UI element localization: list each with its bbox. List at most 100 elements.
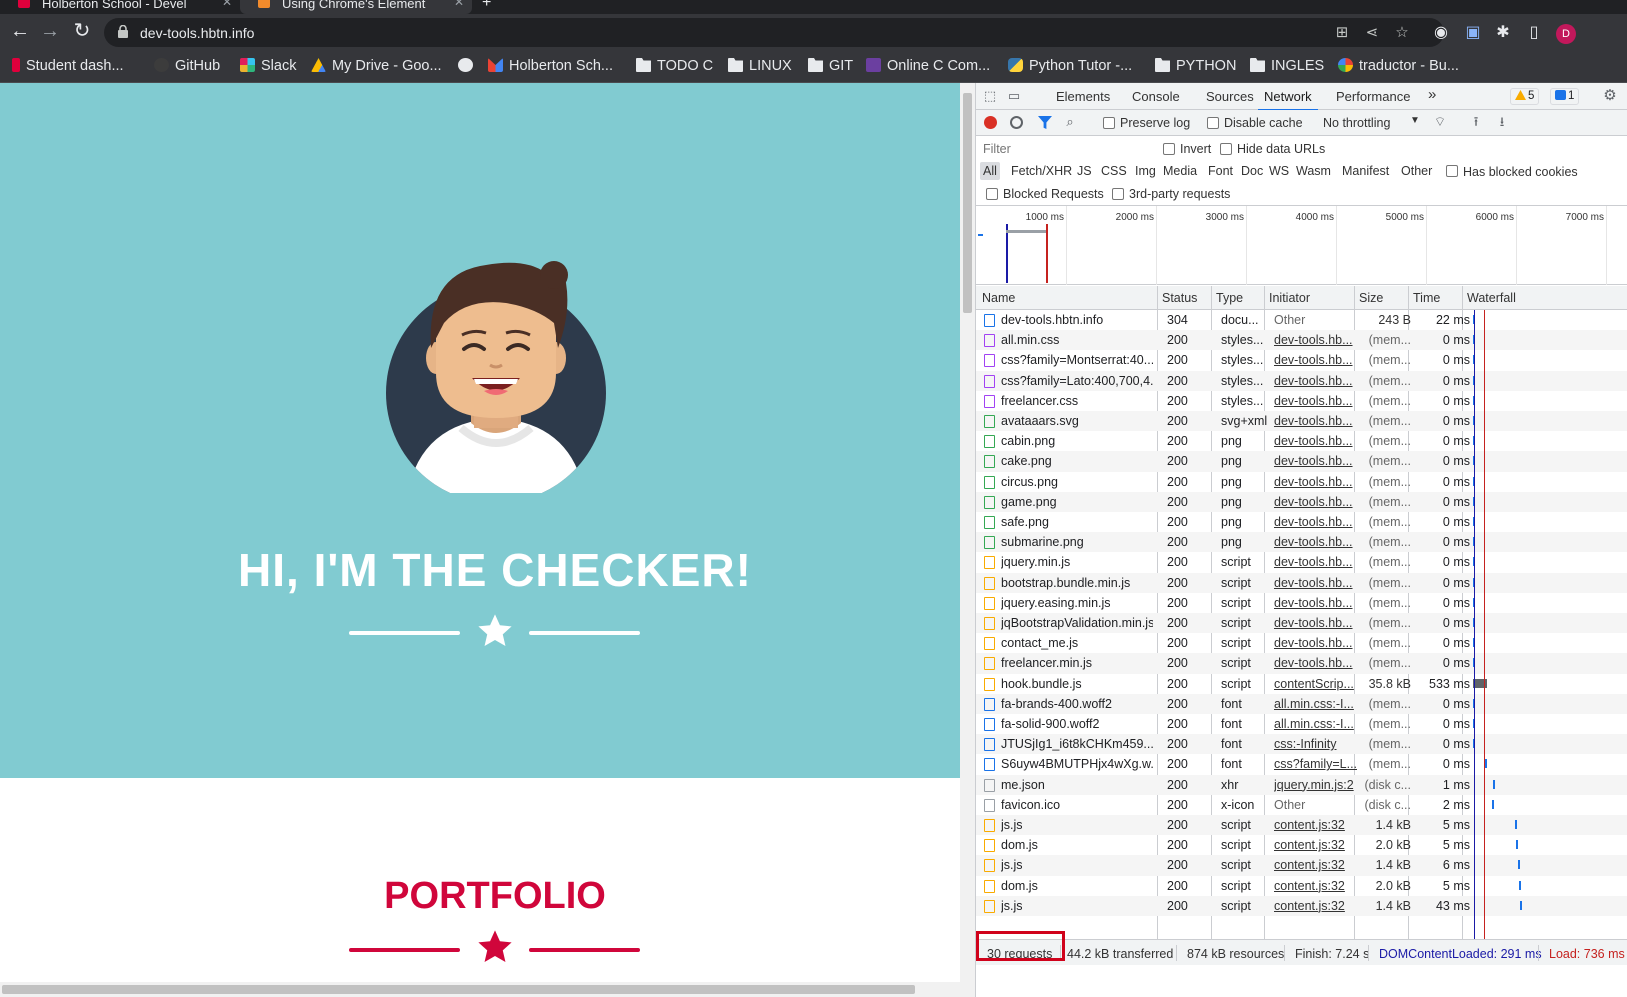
filter-js[interactable]: JS [1074,162,1095,180]
request-row[interactable]: dev-tools.hbtn.info 304 docu... Other 243 B 2… [976,310,1627,330]
filter-input[interactable] [980,139,1140,159]
request-initiator[interactable]: content.js:32 [1274,815,1358,835]
request-initiator[interactable]: dev-tools.hb... [1274,350,1358,370]
filter-doc[interactable]: Doc [1238,162,1266,180]
filter-all[interactable]: All [980,162,1000,180]
invert-checkbox[interactable] [1163,143,1175,155]
request-row[interactable]: jqBootstrapValidation.min.js 200 script dev… [976,613,1627,634]
back-icon[interactable]: ← [8,20,32,44]
column-waterfall[interactable]: Waterfall [1467,291,1516,305]
request-initiator[interactable]: dev-tools.hb... [1274,330,1358,350]
request-row[interactable]: JTUSjIg1_i6t8kCHKm459... 200 font css:-Infi… [976,734,1627,755]
column-size[interactable]: Size [1359,291,1383,305]
request-row[interactable]: fa-brands-400.woff2 200 font all.min.css:-I… [976,693,1627,714]
request-initiator[interactable]: content.js:32 [1274,835,1358,855]
device-toolbar-icon[interactable]: ▭ [1006,88,1022,104]
filter-css[interactable]: CSS [1098,162,1130,180]
bookmark-globe[interactable] [458,56,479,76]
request-row[interactable]: contact_me.js 200 script dev-tools.hb... (me… [976,633,1627,653]
reload-icon[interactable]: ↻ [70,20,94,44]
filter-manifest[interactable]: Manifest [1339,162,1392,180]
star-icon[interactable]: ☆ [1394,25,1410,41]
filter-funnel-icon[interactable] [1038,116,1052,129]
request-initiator[interactable]: dev-tools.hb... [1274,411,1358,431]
share-icon[interactable]: ⋖ [1364,25,1380,41]
network-overview-timeline[interactable]: 1000 ms 2000 ms 3000 ms 4000 ms 5000 ms … [976,206,1627,285]
request-initiator[interactable]: dev-tools.hb... [1274,512,1358,532]
request-initiator[interactable]: dev-tools.hb... [1274,593,1358,613]
request-row[interactable]: cabin.png 200 png dev-tools.hb... (mem... 0 m… [976,431,1627,451]
request-initiator[interactable]: dev-tools.hb... [1274,451,1358,471]
request-row[interactable]: css?family=Montserrat:40... 200 styles... d… [976,350,1627,370]
screen-capture-icon[interactable]: ▣ [1464,24,1482,42]
bookmark-github[interactable]: GitHub [154,56,220,76]
request-row[interactable]: circus.png 200 png dev-tools.hb... (mem... 0 … [976,472,1627,492]
tab-performance[interactable]: Performance [1336,89,1410,104]
filter-ws[interactable]: WS [1266,162,1292,180]
request-row[interactable]: jquery.min.js 200 script dev-tools.hb... (me… [976,552,1627,572]
request-initiator[interactable]: dev-tools.hb... [1274,492,1358,512]
request-row[interactable]: game.png 200 png dev-tools.hb... (mem... 0 ms [976,491,1627,512]
column-name[interactable]: Name [982,291,1015,305]
request-initiator[interactable]: content.js:32 [1274,876,1358,896]
chevron-down-icon[interactable]: ▼ [1410,115,1420,126]
request-row[interactable]: all.min.css 200 styles... dev-tools.hb... (m… [976,330,1627,351]
request-initiator[interactable]: dev-tools.hb... [1274,552,1358,572]
request-initiator[interactable]: css?family=L... [1274,754,1358,774]
throttling-select[interactable]: No throttling [1323,116,1390,130]
request-initiator[interactable]: dev-tools.hb... [1274,472,1358,492]
request-row[interactable]: js.js 200 script content.js:32 1.4 kB 5 ms [976,815,1627,836]
filter-wasm[interactable]: Wasm [1293,162,1334,180]
request-row[interactable]: favicon.ico 200 x-icon Other (disk c... 2 ms [976,795,1627,815]
import-har-icon[interactable]: ⭱ [1468,114,1484,130]
settings-gear-icon[interactable]: ⚙ [1602,88,1618,104]
request-row[interactable]: hook.bundle.js 200 script contentScrip... 35… [976,674,1627,694]
column-initiator[interactable]: Initiator [1269,291,1310,305]
clear-icon[interactable] [1010,116,1023,129]
puzzle-icon[interactable]: ✱ [1494,24,1512,42]
request-row[interactable]: dom.js 200 script content.js:32 2.0 kB 5 ms [976,835,1627,855]
tab-console[interactable]: Console [1132,89,1180,104]
filter-img[interactable]: Img [1132,162,1159,180]
request-row[interactable]: css?family=Lato:400,700,4... 200 styles...… [976,370,1627,391]
close-tab-icon[interactable]: ✕ [454,0,464,8]
page-vertical-scrollbar[interactable] [960,83,975,997]
request-row[interactable]: dom.js 200 script content.js:32 2.0 kB 5 ms [976,876,1627,896]
request-initiator[interactable]: dev-tools.hb... [1274,573,1358,593]
tab-elements[interactable]: Elements [1056,89,1110,104]
bookmark-holberton-school[interactable]: Holberton Sch... [488,56,613,76]
request-initiator[interactable]: css:-Infinity [1274,734,1358,754]
tab-network[interactable]: Network [1258,89,1318,111]
bookmark-online-c-compiler[interactable]: Online C Com... [866,56,990,76]
column-time[interactable]: Time [1413,291,1440,305]
forward-icon[interactable]: → [38,20,62,44]
disable-cache-checkbox[interactable] [1207,117,1219,129]
network-conditions-icon[interactable]: ⌔ [1432,114,1448,130]
bookmark-python-tutor[interactable]: Python Tutor -... [1008,56,1132,76]
bookmark-student-dashboard[interactable]: Student dash... [12,56,124,76]
scrollbar-thumb[interactable] [963,93,972,313]
scrollbar-thumb[interactable] [2,985,915,994]
request-initiator[interactable]: content.js:32 [1274,855,1358,875]
request-initiator[interactable]: dev-tools.hb... [1274,613,1358,633]
address-bar[interactable]: dev-tools.hbtn.info ⊞ ⋖ ☆ [104,18,1444,47]
filter-font[interactable]: Font [1205,162,1236,180]
bookmark-folder-git[interactable]: GIT [808,56,853,76]
request-initiator[interactable]: dev-tools.hb... [1274,532,1358,552]
bookmark-traductor[interactable]: traductor - Bu... [1338,56,1459,76]
request-initiator[interactable]: all.min.css:-I... [1274,714,1358,734]
filter-media[interactable]: Media [1160,162,1200,180]
request-row[interactable]: bootstrap.bundle.min.js 200 script dev-tool… [976,572,1627,593]
request-initiator[interactable]: jquery.min.js:2 [1274,775,1358,795]
bookmark-folder-linux[interactable]: LINUX [728,56,792,76]
bookmark-my-drive[interactable]: My Drive - Goo... [311,56,442,76]
request-initiator[interactable]: content.js:32 [1274,896,1358,916]
filter-fetch-xhr[interactable]: Fetch/XHR [1008,162,1075,180]
request-row[interactable]: fa-solid-900.woff2 200 font all.min.css:-I.… [976,714,1627,734]
profile-avatar[interactable]: D [1556,24,1576,44]
export-har-icon[interactable]: ⭳ [1494,114,1510,130]
column-type[interactable]: Type [1216,291,1243,305]
request-row[interactable]: js.js 200 script content.js:32 1.4 kB 6 ms [976,855,1627,876]
bookmark-slack[interactable]: Slack [240,56,296,76]
column-status[interactable]: Status [1162,291,1197,305]
